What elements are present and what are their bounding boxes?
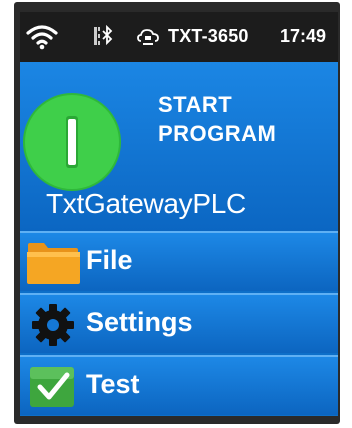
checkmark-icon — [30, 367, 74, 407]
start-program-area: START PROGRAM TxtGatewayPLC — [20, 62, 338, 232]
status-bar: TXT-3650 17:49 — [20, 12, 338, 62]
menu-item-file-label: File — [86, 245, 133, 275]
menu-item-test[interactable]: Test — [20, 355, 338, 415]
menu-item-settings-label: Settings — [86, 307, 193, 337]
start-program-button[interactable] — [20, 92, 124, 192]
controller-name: TxtGatewayPLC — [46, 188, 246, 219]
start-label-line1: START — [158, 92, 233, 117]
start-program-label[interactable]: START PROGRAM — [158, 90, 276, 148]
folder-icon — [27, 243, 80, 284]
touch-screen: TXT-3650 17:49 START PROGRAM TxtGatewayP… — [20, 12, 338, 416]
menu-item-settings[interactable]: Settings — [20, 293, 338, 353]
cloud-icon — [137, 29, 159, 45]
device-name: TXT-3650 — [168, 26, 249, 46]
gear-icon — [32, 304, 74, 346]
menu-item-file[interactable]: File — [20, 231, 338, 291]
menu-item-test-label: Test — [86, 369, 140, 399]
start-label-line2: PROGRAM — [158, 121, 277, 146]
bluetooth-icon — [94, 24, 113, 46]
clock: 17:49 — [280, 26, 327, 46]
wifi-icon — [26, 25, 58, 50]
